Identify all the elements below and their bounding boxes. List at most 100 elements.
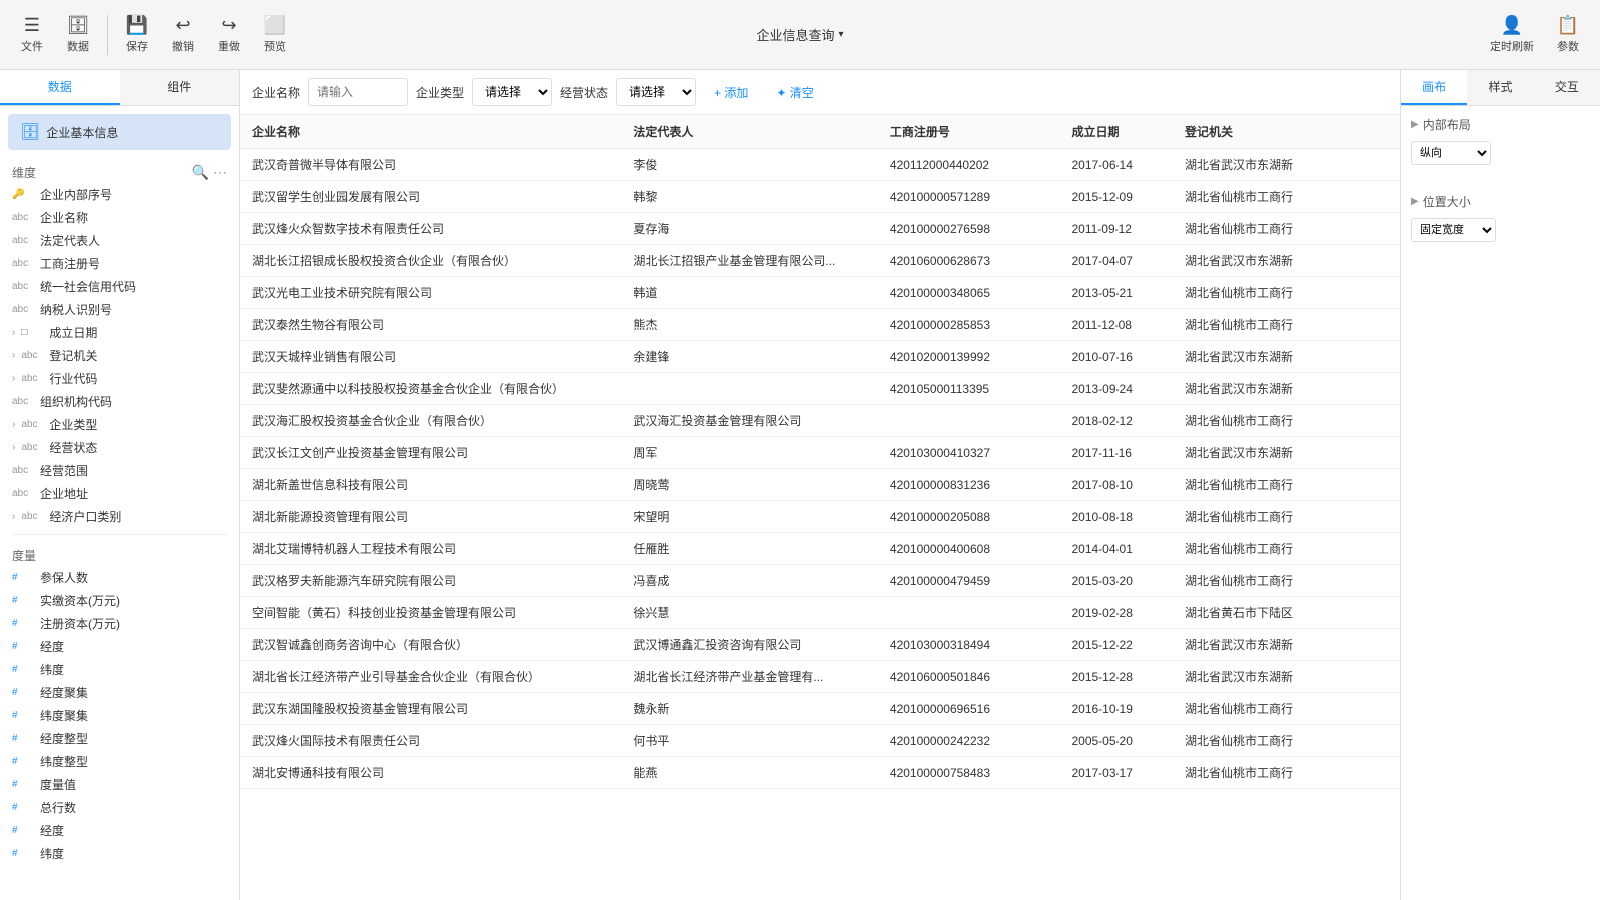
cell-legal: 韩道 <box>621 277 878 309</box>
company-type-select[interactable]: 请选择 <box>472 78 552 106</box>
dim-item[interactable]: ›abc企业类型 <box>4 413 235 436</box>
table-row[interactable]: 武汉斐然源通中以科技股权投资基金合伙企业（有限合伙） 4201050001133… <box>240 373 1400 405</box>
col-header-reg: 工商注册号 <box>878 115 1060 149</box>
expand-arrow: › <box>12 327 15 338</box>
save-icon: 💾 <box>126 15 148 36</box>
cell-date: 2017-08-10 <box>1059 469 1172 501</box>
tab-interact[interactable]: 交互 <box>1534 70 1600 105</box>
table-row[interactable]: 湖北省长江经济带产业引导基金合伙企业（有限合伙） 湖北省长江经济带产业基金管理有… <box>240 661 1400 693</box>
dim-item[interactable]: abc工商注册号 <box>4 252 235 275</box>
dim-item[interactable]: ›abc登记机关 <box>4 344 235 367</box>
dim-item[interactable]: abc经营范围 <box>4 459 235 482</box>
search-icon[interactable]: 🔍 <box>192 164 209 181</box>
table-row[interactable]: 武汉东湖国隆股权投资基金管理有限公司 魏永新 420100000696516 2… <box>240 693 1400 725</box>
table-row[interactable]: 湖北安博通科技有限公司 能燕 420100000758483 2017-03-1… <box>240 757 1400 789</box>
table-row[interactable]: 湖北艾瑞博特机器人工程技术有限公司 任雁胜 420100000400608 20… <box>240 533 1400 565</box>
dim-item[interactable]: abc纳税人识别号 <box>4 298 235 321</box>
timer-button[interactable]: 👤 定时刷新 <box>1480 11 1544 58</box>
measure-item[interactable]: #经度聚集 <box>4 681 235 704</box>
table-row[interactable]: 武汉天城梓业销售有限公司 余建锋 420102000139992 2010-07… <box>240 341 1400 373</box>
undo-button[interactable]: ↩ 撤销 <box>161 11 205 58</box>
table-row[interactable]: 武汉留学生创业园发展有限公司 韩黎 420100000571289 2015-1… <box>240 181 1400 213</box>
measure-item[interactable]: #注册资本(万元) <box>4 612 235 635</box>
measure-item[interactable]: #经度 <box>4 819 235 842</box>
table-row[interactable]: 武汉烽火众智数字技术有限责任公司 夏存海 420100000276598 201… <box>240 213 1400 245</box>
tab-group[interactable]: 组件 <box>120 70 240 105</box>
cell-auth: 湖北省武汉市东湖新 <box>1173 373 1400 405</box>
measure-label: 纬度整型 <box>40 753 88 770</box>
dim-label: 纳税人识别号 <box>40 301 112 318</box>
redo-button[interactable]: ↪ 重做 <box>207 11 251 58</box>
cell-company: 武汉海汇股权投资基金合伙企业（有限合伙） <box>240 405 621 437</box>
measure-item[interactable]: #度量值 <box>4 773 235 796</box>
dim-item[interactable]: 🔑企业内部序号 <box>4 183 235 206</box>
measure-item[interactable]: #参保人数 <box>4 566 235 589</box>
measure-item[interactable]: #经度 <box>4 635 235 658</box>
add-filter-button[interactable]: + 添加 <box>704 80 758 105</box>
data-button[interactable]: 🗄 数据 <box>56 11 100 58</box>
table-row[interactable]: 空间智能（黄石）科技创业投资基金管理有限公司 徐兴慧 2019-02-28 湖北… <box>240 597 1400 629</box>
company-name-label: 企业名称 <box>252 84 300 101</box>
dim-item[interactable]: ›abc行业代码 <box>4 367 235 390</box>
preview-button[interactable]: ⬜ 预览 <box>253 11 297 58</box>
dim-item[interactable]: abc企业名称 <box>4 206 235 229</box>
cell-legal: 魏永新 <box>621 693 878 725</box>
company-name-input[interactable] <box>308 78 408 106</box>
cell-reg: 420103000318494 <box>878 629 1060 661</box>
table-row[interactable]: 湖北新能源投资管理有限公司 宋望明 420100000205088 2010-0… <box>240 501 1400 533</box>
tab-data[interactable]: 数据 <box>0 70 120 105</box>
position-collapse-arrow[interactable]: ▶ <box>1411 196 1419 207</box>
table-row[interactable]: 武汉烽火国际技术有限责任公司 何书平 420100000242232 2005-… <box>240 725 1400 757</box>
table-row[interactable]: 湖北新盖世信息科技有限公司 周晓莺 420100000831236 2017-0… <box>240 469 1400 501</box>
biz-status-select[interactable]: 请选择 <box>616 78 696 106</box>
main-layout: 数据 组件 🗄 企业基本信息 维度 🔍 ⋯ 🔑企业内部序号abc企业名称abc法… <box>0 70 1600 900</box>
measure-item[interactable]: #实缴资本(万元) <box>4 589 235 612</box>
measure-item[interactable]: #纬度整型 <box>4 750 235 773</box>
table-row[interactable]: 武汉长江文创产业投资基金管理有限公司 周军 420103000410327 20… <box>240 437 1400 469</box>
dim-item[interactable]: ›abc经营状态 <box>4 436 235 459</box>
position-select[interactable]: 固定宽度自适应宽度 <box>1411 218 1496 242</box>
section-divider <box>12 534 227 535</box>
clear-filter-button[interactable]: ✦ 清空 <box>766 80 823 105</box>
expand-icon[interactable]: ⋯ <box>213 164 227 181</box>
cell-date: 2010-08-18 <box>1059 501 1172 533</box>
table-row[interactable]: 武汉格罗夫新能源汽车研究院有限公司 冯喜成 420100000479459 20… <box>240 565 1400 597</box>
dim-item[interactable]: abc统一社会信用代码 <box>4 275 235 298</box>
measure-item[interactable]: #总行数 <box>4 796 235 819</box>
dim-item[interactable]: ›abc经济户口类别 <box>4 505 235 528</box>
cell-legal: 武汉海汇投资基金管理有限公司 <box>621 405 878 437</box>
tab-canvas[interactable]: 画布 <box>1401 70 1467 105</box>
params-icon: 📋 <box>1557 15 1579 36</box>
params-button[interactable]: 📋 参数 <box>1546 11 1590 58</box>
company-type-label: 企业类型 <box>416 84 464 101</box>
layout-collapse-arrow[interactable]: ▶ <box>1411 119 1419 130</box>
dim-item[interactable]: abc企业地址 <box>4 482 235 505</box>
table-row[interactable]: 武汉奇普微半导体有限公司 李俊 420112000440202 2017-06-… <box>240 149 1400 181</box>
dim-item[interactable]: ›□成立日期 <box>4 321 235 344</box>
datasource-item[interactable]: 🗄 企业基本信息 <box>8 114 231 150</box>
cell-legal <box>621 373 878 405</box>
measure-label: 经度整型 <box>40 730 88 747</box>
cell-reg: 420103000410327 <box>878 437 1060 469</box>
table-row[interactable]: 武汉海汇股权投资基金合伙企业（有限合伙） 武汉海汇投资基金管理有限公司 2018… <box>240 405 1400 437</box>
measure-item[interactable]: #经度整型 <box>4 727 235 750</box>
cell-legal: 湖北省长江经济带产业基金管理有... <box>621 661 878 693</box>
tab-style[interactable]: 样式 <box>1467 70 1533 105</box>
save-button[interactable]: 💾 保存 <box>115 11 159 58</box>
measure-item[interactable]: #纬度 <box>4 658 235 681</box>
table-row[interactable]: 武汉光电工业技术研究院有限公司 韩道 420100000348065 2013-… <box>240 277 1400 309</box>
table-row[interactable]: 湖北长江招银成长股权投资合伙企业（有限合伙） 湖北长江招银产业基金管理有限公司.… <box>240 245 1400 277</box>
dim-item[interactable]: abc法定代表人 <box>4 229 235 252</box>
dim-item[interactable]: abc组织机构代码 <box>4 390 235 413</box>
measure-item[interactable]: #纬度聚集 <box>4 704 235 727</box>
dim-label: 组织机构代码 <box>40 393 112 410</box>
cell-auth: 湖北省武汉市东湖新 <box>1173 437 1400 469</box>
cell-date: 2013-09-24 <box>1059 373 1172 405</box>
cell-reg: 420100000400608 <box>878 533 1060 565</box>
file-button[interactable]: ☰ 文件 <box>10 11 54 58</box>
measure-item[interactable]: #纬度 <box>4 842 235 865</box>
table-row[interactable]: 武汉智诚鑫创商务咨询中心（有限合伙） 武汉博通鑫汇投资咨询有限公司 420103… <box>240 629 1400 661</box>
measure-type: # <box>12 618 36 629</box>
layout-select[interactable]: 纵向横向 <box>1411 141 1491 165</box>
table-row[interactable]: 武汉泰然生物谷有限公司 熊杰 420100000285853 2011-12-0… <box>240 309 1400 341</box>
